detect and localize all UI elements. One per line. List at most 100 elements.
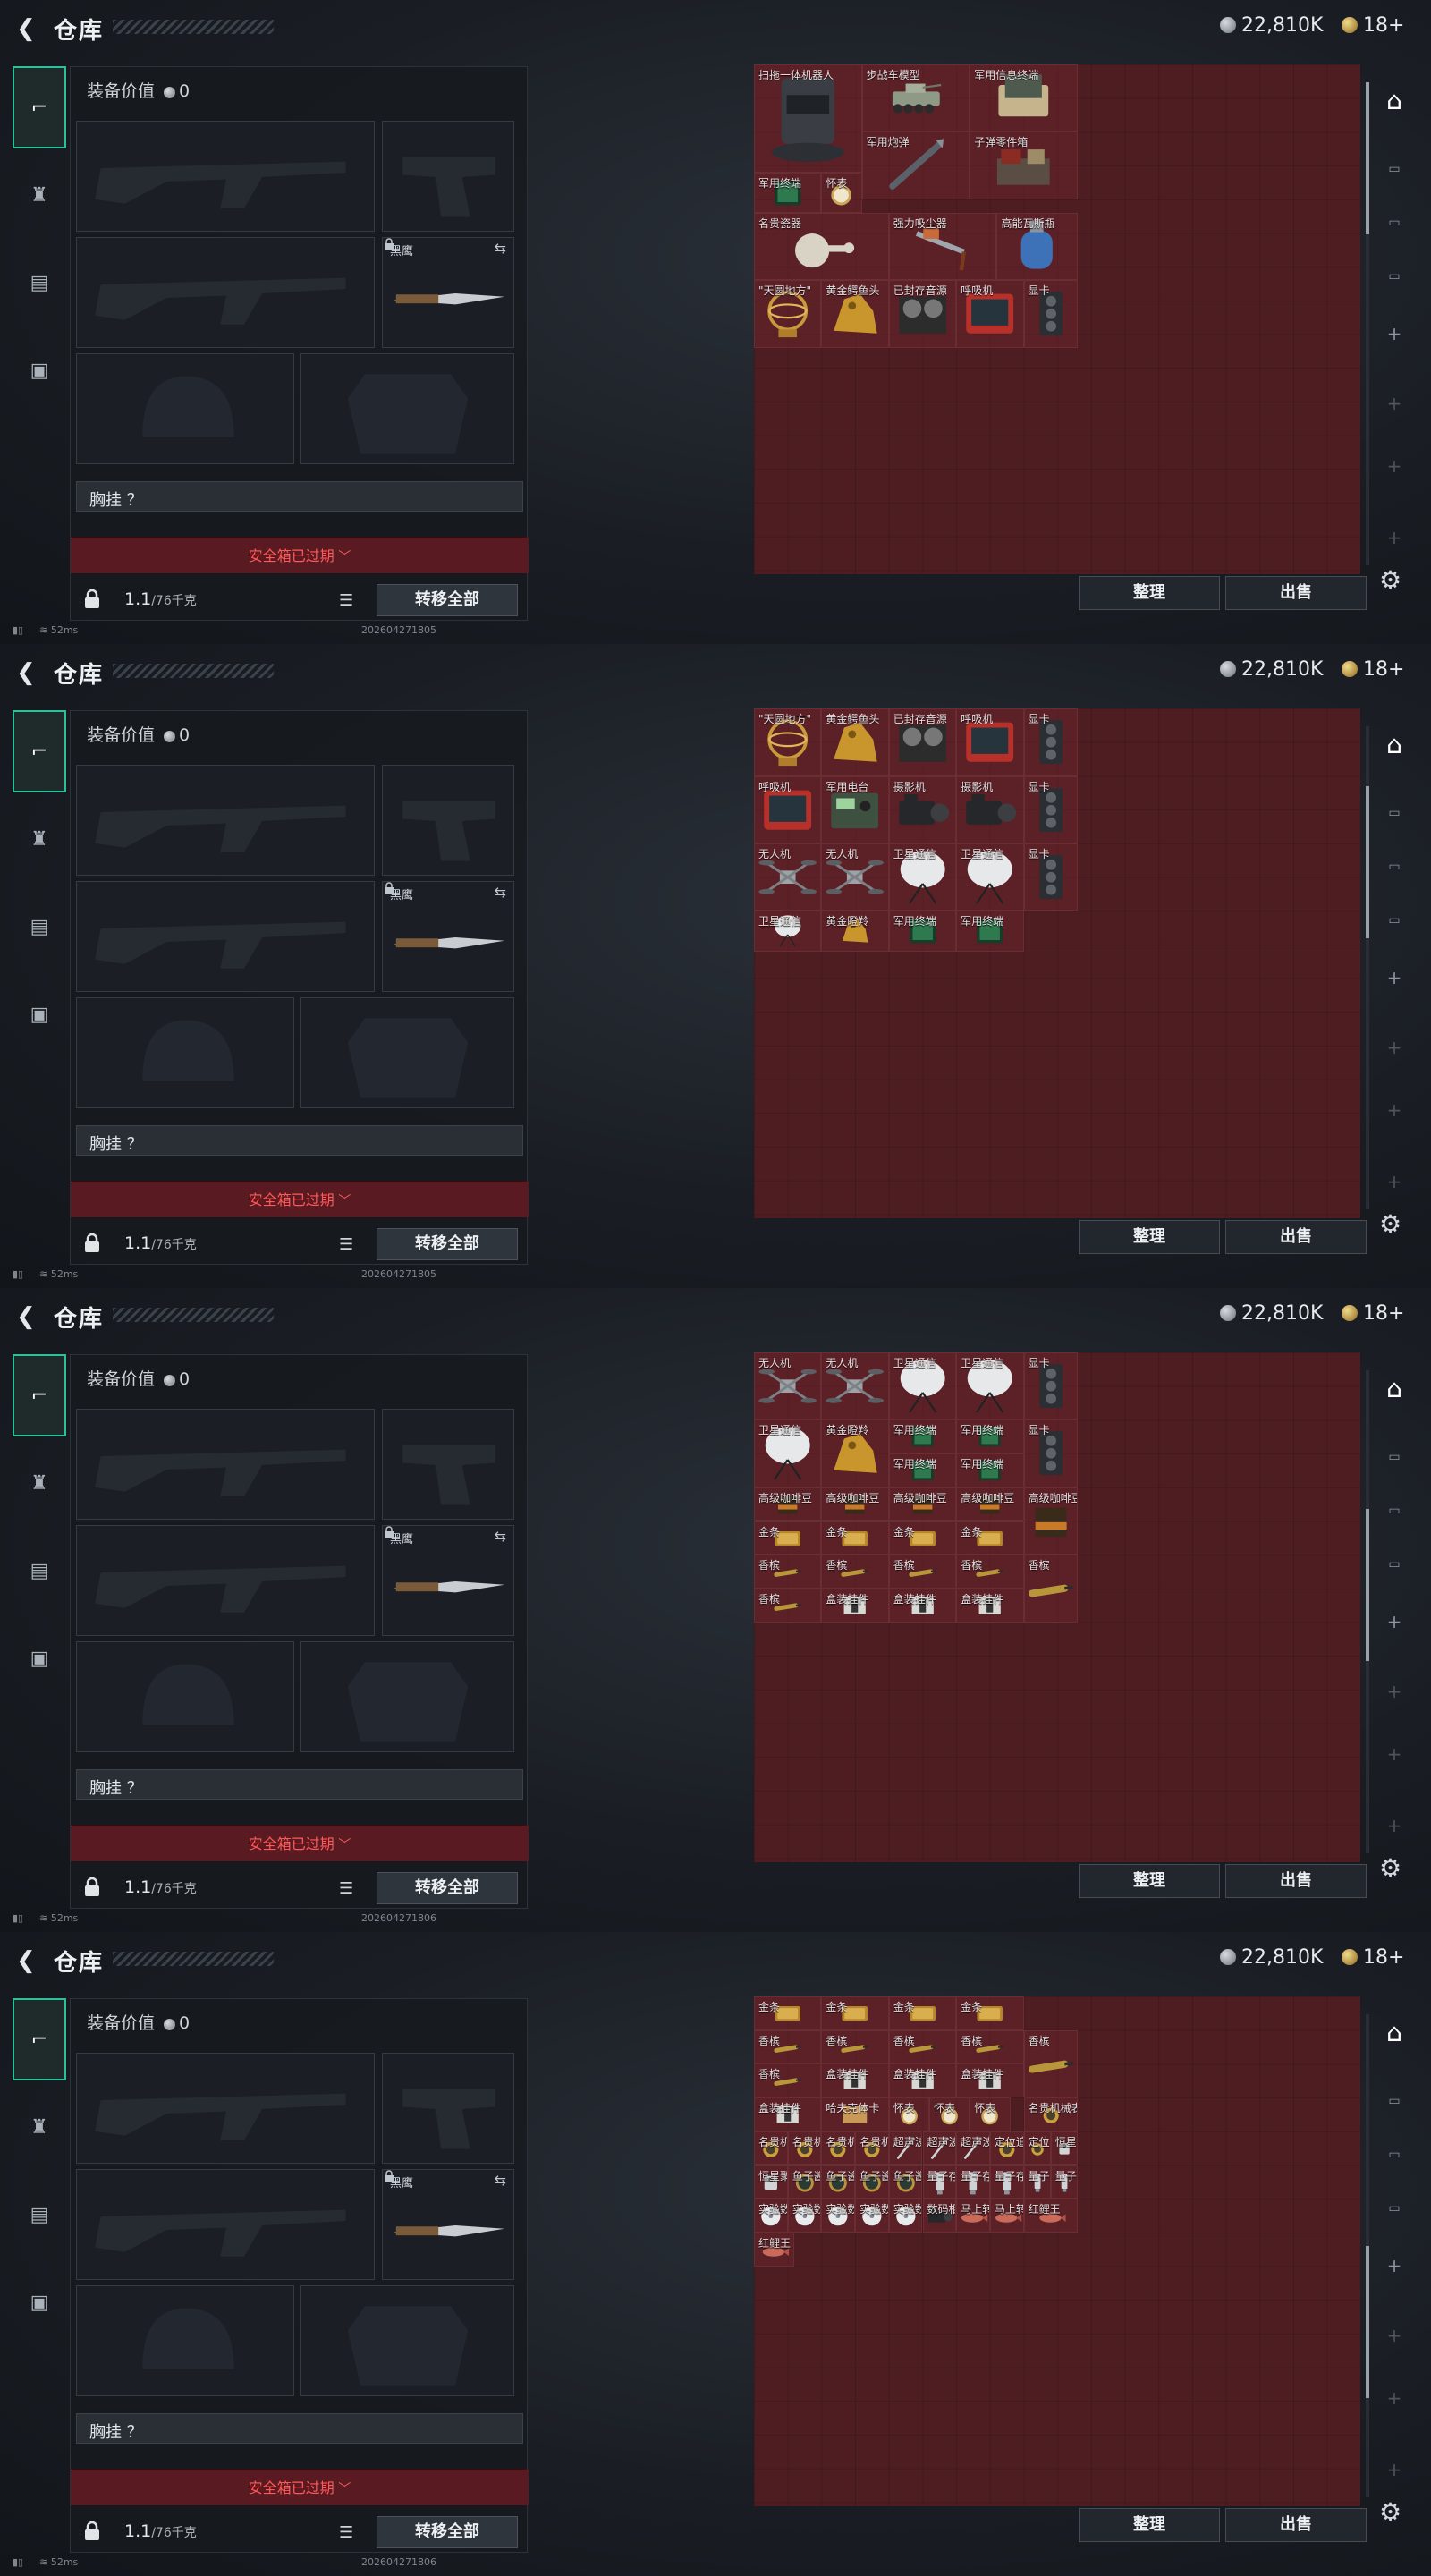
- storage-item[interactable]: 无人机: [821, 843, 889, 911]
- storage-item[interactable]: 黄金鳄鱼头: [821, 280, 889, 348]
- storage-item[interactable]: 超声波切...: [922, 2131, 957, 2165]
- primary-weapon-slot[interactable]: [76, 121, 375, 232]
- safebox-expired-banner[interactable]: 安全箱已过期 ﹀: [71, 1826, 529, 1861]
- storage-item[interactable]: 已封存音源: [888, 280, 957, 348]
- gold-currency[interactable]: 18+: [1342, 1946, 1404, 1969]
- gold-currency[interactable]: 18+: [1342, 1302, 1404, 1325]
- storage-item[interactable]: 强力吸尘器: [888, 212, 997, 281]
- storage-item[interactable]: 显卡: [1023, 775, 1078, 844]
- storage-item[interactable]: 无人机: [754, 843, 822, 911]
- storage-item[interactable]: 高级咖啡豆: [754, 1487, 822, 1521]
- melee-slot[interactable]: 黑鹰 ⇆: [382, 2169, 514, 2280]
- safebox-expired-banner[interactable]: 安全箱已过期 ﹀: [71, 538, 529, 573]
- storage-item[interactable]: 无人机: [821, 1352, 889, 1420]
- tab-weapons[interactable]: ⌐: [13, 66, 66, 148]
- safebox-expired-banner[interactable]: 安全箱已过期 ﹀: [71, 1182, 529, 1217]
- transfer-all-button[interactable]: 转移全部: [377, 1872, 518, 1904]
- storage-item[interactable]: 军用炮弹: [861, 131, 970, 199]
- plus-icon[interactable]: +: [1379, 2250, 1410, 2281]
- storage-item[interactable]: 显卡: [1023, 843, 1078, 911]
- sell-button[interactable]: 出售: [1225, 2508, 1367, 2542]
- tab-weapons[interactable]: ⌐: [13, 710, 66, 792]
- storage-tab-3[interactable]: ▭: [1379, 208, 1410, 238]
- storage-tab-2[interactable]: ▭: [1379, 2086, 1410, 2116]
- storage-item[interactable]: 卫星通信: [888, 1352, 957, 1420]
- storage-item[interactable]: 军用终端: [754, 172, 822, 213]
- storage-tab-2[interactable]: ▭: [1379, 798, 1410, 828]
- plus-icon[interactable]: +: [1379, 1676, 1410, 1707]
- storage-item[interactable]: 盒装挂件: [821, 2063, 889, 2098]
- chest-rig-slot[interactable]: 胸挂 ？: [76, 1769, 523, 1800]
- storage-item[interactable]: 恒星聚感器: [754, 2165, 788, 2199]
- storage-item[interactable]: 香槟: [754, 2029, 822, 2064]
- storage-item[interactable]: 鱼子酱: [821, 2165, 856, 2199]
- storage-item[interactable]: 名贵机械表: [787, 2131, 822, 2165]
- secondary-weapon-slot[interactable]: [76, 1525, 375, 1636]
- storage-item[interactable]: 黄金瞪羚: [821, 1419, 889, 1487]
- storage-tab-4[interactable]: ▭: [1379, 261, 1410, 292]
- storage-item[interactable]: 量子存储: [989, 2165, 1024, 2199]
- storage-item[interactable]: 鱼子酱: [888, 2165, 923, 2199]
- storage-item[interactable]: 量子存储: [956, 2165, 990, 2199]
- melee-slot[interactable]: 黑鹰 ⇆: [382, 237, 514, 348]
- storage-item[interactable]: 金条: [956, 1521, 1024, 1555]
- storage-item[interactable]: "天圆地方": [754, 280, 822, 348]
- storage-item[interactable]: 怀表: [821, 172, 862, 213]
- swap-icon[interactable]: ⇆: [495, 884, 506, 901]
- storage-item[interactable]: 哈夫克体卡: [821, 2097, 889, 2131]
- gear-icon[interactable]: ⚙: [1379, 1853, 1401, 1883]
- storage-item[interactable]: 显卡: [1023, 280, 1078, 348]
- storage-item[interactable]: 红鲤王: [1023, 2199, 1078, 2233]
- storage-item[interactable]: 名贵机械表: [1023, 2097, 1078, 2131]
- storage-item[interactable]: 恒星聚感器: [1050, 2131, 1078, 2165]
- plus-icon[interactable]: +: [1379, 451, 1410, 481]
- storage-item[interactable]: 超声波切...: [888, 2131, 923, 2165]
- storage-item[interactable]: 怀表: [888, 2097, 930, 2131]
- storage-item[interactable]: 香槟: [821, 1555, 889, 1589]
- storage-item[interactable]: 超声波切...: [956, 2131, 990, 2165]
- gear-icon[interactable]: ⚙: [1379, 565, 1401, 595]
- storage-item[interactable]: 香槟: [821, 2029, 889, 2064]
- storage-item[interactable]: 高级咖啡豆: [821, 1487, 889, 1521]
- storage-tab-3[interactable]: ▭: [1379, 1496, 1410, 1526]
- swap-icon[interactable]: ⇆: [495, 1528, 506, 1545]
- helmet-slot[interactable]: [76, 1641, 294, 1752]
- plus-icon[interactable]: +: [1379, 2320, 1410, 2351]
- armor-slot[interactable]: [300, 2285, 514, 2396]
- storage-item[interactable]: 定位追踪器: [1023, 2131, 1051, 2165]
- storage-tab-3[interactable]: ▭: [1379, 852, 1410, 882]
- storage-tab-3[interactable]: ▭: [1379, 2140, 1410, 2170]
- sort-button[interactable]: 整理: [1079, 1864, 1220, 1898]
- storage-item[interactable]: 鱼子酱: [787, 2165, 822, 2199]
- gear-icon[interactable]: ⚙: [1379, 2497, 1401, 2527]
- storage-item[interactable]: 呼吸机: [754, 775, 822, 844]
- secondary-weapon-slot[interactable]: [76, 2169, 375, 2280]
- pistol-slot[interactable]: [382, 1409, 514, 1520]
- storage-scrollbar[interactable]: [1366, 1370, 1369, 1853]
- storage-scrollbar[interactable]: [1366, 726, 1369, 1209]
- storage-item[interactable]: 香槟: [888, 1555, 957, 1589]
- storage-item[interactable]: 实验数据: [754, 2199, 788, 2233]
- secondary-weapon-slot[interactable]: [76, 881, 375, 992]
- plus-icon[interactable]: +: [1379, 1810, 1410, 1841]
- storage-item[interactable]: 无人机: [754, 1352, 822, 1420]
- storage-item[interactable]: 盒装挂件: [956, 2063, 1024, 2098]
- storage-item[interactable]: 实验数据: [888, 2199, 923, 2233]
- storage-item[interactable]: 马上转运: [956, 2199, 990, 2233]
- storage-item[interactable]: 军用电台: [821, 775, 889, 844]
- storage-item[interactable]: 军用信息终端: [970, 64, 1078, 132]
- gold-currency[interactable]: 18+: [1342, 14, 1404, 37]
- helmet-slot[interactable]: [76, 353, 294, 464]
- storage-item[interactable]: 金条: [888, 1996, 957, 2030]
- storage-item[interactable]: "天圆地方": [754, 708, 822, 776]
- storage-item[interactable]: 盒装挂件: [888, 1588, 957, 1623]
- storage-item[interactable]: 已封存音源: [888, 708, 957, 776]
- storage-item[interactable]: 名贵机械表: [821, 2131, 856, 2165]
- helmet-slot[interactable]: [76, 997, 294, 1108]
- helmet-slot[interactable]: [76, 2285, 294, 2396]
- storage-item[interactable]: 显卡: [1023, 1352, 1078, 1420]
- scroll-thumb[interactable]: [1366, 2246, 1369, 2398]
- storage-item[interactable]: 实验数据: [787, 2199, 822, 2233]
- storage-tab-2[interactable]: ▭: [1379, 154, 1410, 184]
- plus-icon[interactable]: +: [1379, 522, 1410, 553]
